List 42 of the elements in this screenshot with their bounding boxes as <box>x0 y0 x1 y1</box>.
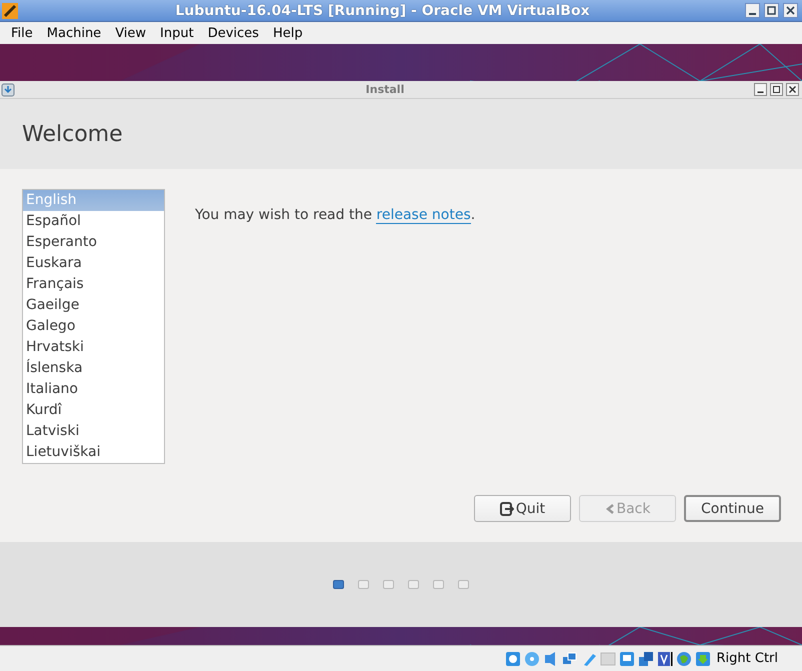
language-item[interactable]: Íslenska <box>23 358 164 379</box>
network-icon[interactable] <box>562 650 578 666</box>
language-item[interactable]: Esperanto <box>23 232 164 253</box>
window-title: Lubuntu-16.04-LTS [Running] - Oracle VM VirtualBox <box>174 2 591 18</box>
disc-icon[interactable] <box>524 650 540 666</box>
language-item[interactable]: Français <box>23 274 164 295</box>
close-button[interactable] <box>783 3 798 18</box>
minimize-button[interactable] <box>754 83 767 96</box>
window-title: Install <box>364 83 406 96</box>
language-item[interactable]: Italiano <box>23 379 164 400</box>
continue-button[interactable]: Continue <box>684 495 781 522</box>
minimize-button[interactable] <box>745 3 760 18</box>
virtualization-icon[interactable] <box>656 650 672 666</box>
page-heading: Welcome <box>0 99 802 169</box>
close-button[interactable] <box>786 83 799 96</box>
language-item[interactable]: Lietuviškai <box>23 442 164 463</box>
language-item[interactable]: Hrvatski <box>23 337 164 358</box>
menu-item[interactable]: File <box>4 26 40 40</box>
capture-icon[interactable] <box>638 650 654 666</box>
exit-icon <box>500 502 514 516</box>
menu-item[interactable]: Help <box>266 26 310 40</box>
language-item[interactable]: Latviski <box>23 421 164 442</box>
menu-item[interactable]: View <box>108 26 154 40</box>
language-item[interactable]: Galego <box>23 316 164 337</box>
quit-button[interactable]: Quit <box>474 495 571 522</box>
language-item[interactable]: Gaeilge <box>23 295 164 316</box>
menu-item[interactable]: Input <box>153 26 201 40</box>
keyboard-capture-icon[interactable] <box>694 650 710 666</box>
language-item[interactable]: Kurdî <box>23 400 164 421</box>
maximize-button[interactable] <box>764 3 779 18</box>
language-item[interactable]: Español <box>23 211 164 232</box>
menu-item[interactable]: Machine <box>40 26 108 40</box>
installer-icon <box>0 82 16 96</box>
maximize-button[interactable] <box>770 83 783 96</box>
app-icon <box>0 0 20 20</box>
display-icon[interactable] <box>618 650 634 666</box>
release-notes-link[interactable]: release notes <box>376 207 471 224</box>
release-notes-message: You may wish to read the release notes. <box>195 207 476 223</box>
chevron-left-icon <box>604 502 614 514</box>
host-key-label: Right Ctrl <box>716 651 778 666</box>
language-item[interactable]: Euskara <box>23 253 164 274</box>
menu-item[interactable]: Devices <box>200 26 266 40</box>
